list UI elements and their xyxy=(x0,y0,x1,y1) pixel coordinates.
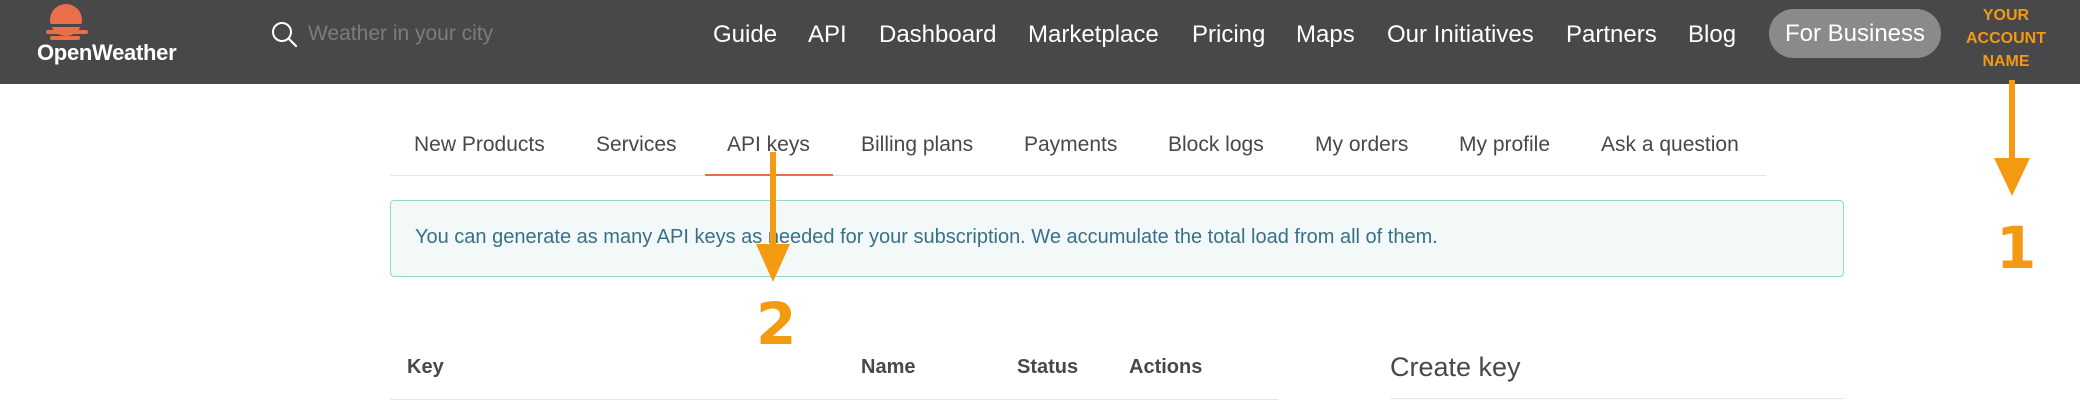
account-name-annotation: YOUR ACCOUNT NAME xyxy=(1950,4,2062,73)
tabs-divider xyxy=(390,175,1766,176)
top-navbar: OpenWeather Guide API Dashboard Marketpl… xyxy=(0,0,2080,84)
tab-my-orders[interactable]: My orders xyxy=(1315,131,1408,159)
active-tab-indicator xyxy=(705,174,833,176)
column-header-actions: Actions xyxy=(1129,356,1203,378)
nav-maps[interactable]: Maps xyxy=(1296,20,1355,50)
tab-ask-a-question[interactable]: Ask a question xyxy=(1601,131,1739,159)
annotation-marker-1: 1 xyxy=(1996,214,2037,282)
tab-block-logs[interactable]: Block logs xyxy=(1168,131,1264,159)
nav-blog[interactable]: Blog xyxy=(1688,20,1736,50)
nav-marketplace[interactable]: Marketplace xyxy=(1028,20,1159,50)
column-header-key: Key xyxy=(407,356,444,378)
create-key-divider xyxy=(1390,398,1844,399)
tab-my-profile[interactable]: My profile xyxy=(1459,131,1550,159)
nav-dashboard[interactable]: Dashboard xyxy=(879,20,996,50)
for-business-button[interactable]: For Business xyxy=(1769,9,1941,58)
column-header-name: Name xyxy=(861,356,916,378)
table-header-divider xyxy=(390,399,1278,400)
tab-new-products[interactable]: New Products xyxy=(414,131,545,159)
search-icon[interactable] xyxy=(270,19,300,49)
tab-billing-plans[interactable]: Billing plans xyxy=(861,131,973,159)
logo-text[interactable]: OpenWeather xyxy=(37,40,177,66)
account-label-line-1: YOUR xyxy=(1982,7,2030,24)
search-input[interactable] xyxy=(308,22,548,46)
tab-api-keys[interactable]: API keys xyxy=(727,131,810,159)
column-header-status: Status xyxy=(1017,356,1079,378)
nav-our-initiatives[interactable]: Our Initiatives xyxy=(1387,20,1534,50)
account-label-line-2: ACCOUNT xyxy=(1966,30,2046,47)
search-box[interactable] xyxy=(270,18,570,50)
nav-pricing[interactable]: Pricing xyxy=(1192,20,1265,50)
info-alert: You can generate as many API keys as nee… xyxy=(390,200,1844,277)
nav-partners[interactable]: Partners xyxy=(1566,20,1657,50)
nav-guide[interactable]: Guide xyxy=(713,20,777,50)
annotation-marker-2: 2 xyxy=(756,290,797,358)
arrow-down-icon xyxy=(1994,80,2030,196)
tab-payments[interactable]: Payments xyxy=(1024,131,1117,159)
account-label-line-3: NAME xyxy=(1982,53,2030,70)
tab-services[interactable]: Services xyxy=(596,131,677,159)
nav-api[interactable]: API xyxy=(808,20,847,50)
info-alert-text: You can generate as many API keys as nee… xyxy=(415,226,1438,248)
create-key-title: Create key xyxy=(1390,352,1521,382)
